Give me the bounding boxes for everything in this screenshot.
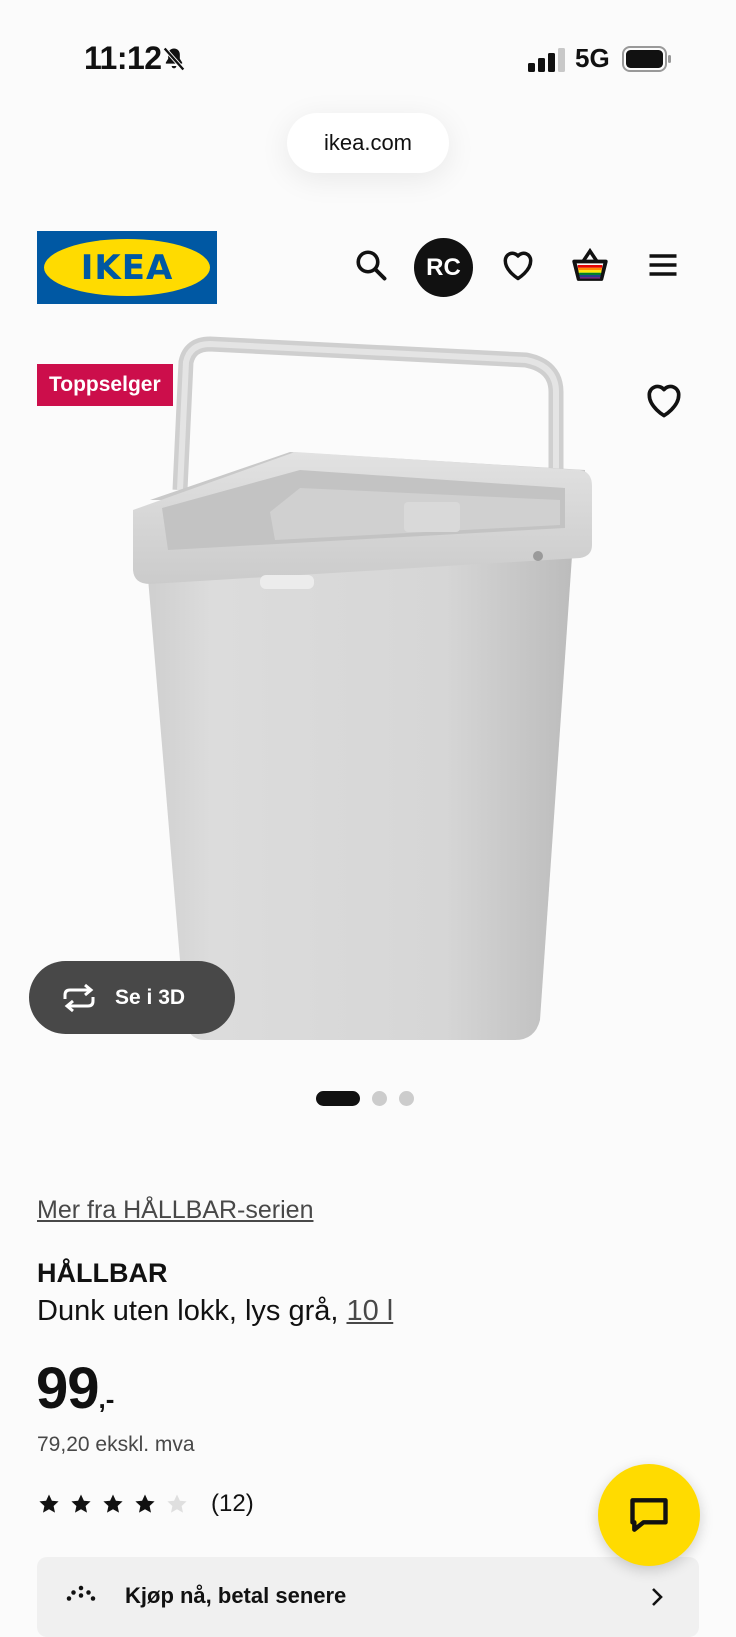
price-excl-vat: 79,20 ekskl. mva xyxy=(37,1433,195,1456)
chat-bubble-icon xyxy=(630,1498,668,1532)
pay-later-banner[interactable]: Kjøp nå, betal senere xyxy=(37,1557,699,1637)
price-suffix: ,- xyxy=(98,1384,115,1414)
logo-text: IKEA xyxy=(44,239,210,296)
search-icon xyxy=(356,250,387,281)
add-to-favorites-button[interactable] xyxy=(642,378,686,422)
cart-button[interactable] xyxy=(567,242,613,288)
bell-muted-icon xyxy=(163,47,185,71)
star-filled-icon xyxy=(103,1494,123,1513)
rotate-3d-icon xyxy=(63,983,95,1012)
network-type: 5G xyxy=(575,43,610,73)
product-image xyxy=(133,336,592,1040)
carousel-dot[interactable] xyxy=(399,1091,414,1106)
hamburger-menu-icon xyxy=(649,254,677,276)
series-link[interactable]: Mer fra HÅLLBAR-serien xyxy=(37,1196,313,1225)
cellular-signal-icon xyxy=(528,48,565,72)
chat-button[interactable] xyxy=(598,1464,700,1566)
menu-button[interactable] xyxy=(640,242,686,288)
shopping-bag-icon xyxy=(572,247,608,281)
browser-url-bar[interactable]: ikea.com xyxy=(287,113,449,173)
top-seller-badge: Toppselger xyxy=(37,364,173,406)
product-description: Dunk uten lokk, lys grå, 10 l xyxy=(37,1295,393,1328)
size-link[interactable]: 10 l xyxy=(346,1295,393,1327)
carousel-indicator xyxy=(316,1091,414,1106)
star-empty-icon xyxy=(167,1494,187,1513)
carousel-dot-active[interactable] xyxy=(316,1091,360,1106)
account-avatar[interactable]: RC xyxy=(414,238,473,297)
sparkle-icon xyxy=(66,1585,96,1601)
url-text: ikea.com xyxy=(323,130,413,155)
product-name: HÅLLBAR xyxy=(37,1258,168,1288)
product-price: 99 ,- xyxy=(36,1355,114,1422)
chevron-right-icon xyxy=(652,1588,663,1606)
pay-later-label: Kjøp nå, betal senere xyxy=(125,1583,347,1608)
star-filled-icon xyxy=(135,1494,155,1513)
status-time: 11:12 xyxy=(84,40,162,76)
rating-count: (12) xyxy=(211,1490,254,1517)
heart-icon xyxy=(503,251,533,281)
battery-icon xyxy=(622,46,671,72)
star-filled-icon xyxy=(71,1494,91,1513)
ikea-logo[interactable]: IKEA xyxy=(37,231,217,304)
price-main: 99 xyxy=(36,1356,100,1421)
product-image-carousel[interactable] xyxy=(0,330,736,1070)
search-button[interactable] xyxy=(348,242,394,288)
view-in-3d-label: Se i 3D xyxy=(115,985,186,1009)
favorites-button[interactable] xyxy=(495,242,541,288)
heart-icon xyxy=(647,384,681,418)
star-filled-icon xyxy=(39,1494,59,1513)
rating[interactable]: (12) xyxy=(37,1490,254,1518)
product-description-text: Dunk uten lokk, lys grå, xyxy=(37,1295,347,1327)
view-in-3d-button[interactable]: Se i 3D xyxy=(29,961,235,1034)
carousel-dot[interactable] xyxy=(372,1091,387,1106)
